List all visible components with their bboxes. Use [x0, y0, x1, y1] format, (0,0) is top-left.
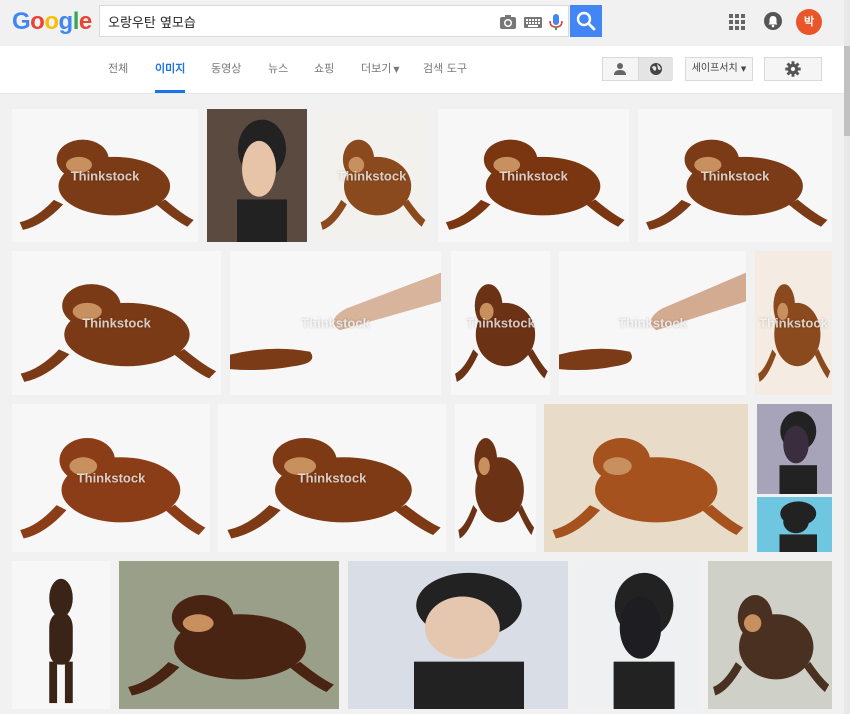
notifications-icon[interactable]	[764, 12, 782, 30]
image-result[interactable]	[455, 404, 536, 552]
tab-5[interactable]: 더보기 ▼	[361, 46, 400, 93]
view-toggle	[602, 57, 673, 81]
thumbnail-image	[708, 561, 832, 709]
search-icon	[576, 11, 596, 31]
watermark-text: Thinkstock	[700, 168, 770, 183]
watermark-text: Thinkstock	[76, 470, 146, 486]
watermark-text: Thinkstock	[759, 315, 828, 331]
logo-letter: o	[44, 8, 59, 35]
tab-2[interactable]: 동영상	[211, 46, 241, 93]
image-result[interactable]: Thinkstock	[230, 251, 441, 395]
microphone-icon[interactable]	[546, 12, 566, 32]
thumbnail-image	[577, 561, 699, 709]
image-result[interactable]: Thinkstock	[638, 109, 832, 242]
person-icon	[614, 63, 626, 75]
image-result[interactable]	[119, 561, 339, 709]
thumbnail-image	[12, 561, 110, 709]
watermark-text: Thinkstock	[297, 470, 367, 486]
watermark-text: Thinkstock	[337, 168, 407, 183]
image-result[interactable]	[12, 561, 110, 709]
top-bar: Google 오랑우탄 옆모습 박	[0, 0, 850, 46]
image-result[interactable]: Thinkstock	[316, 109, 428, 242]
tab-label: 동영상	[211, 62, 242, 75]
search-input[interactable]	[108, 10, 488, 32]
apps-grid-icon[interactable]	[729, 14, 745, 30]
image-result[interactable]: Thinkstock	[218, 404, 446, 552]
scrollbar-thumb[interactable]	[844, 46, 850, 136]
tab-3[interactable]: 뉴스	[268, 46, 288, 93]
logo-letter: e	[78, 8, 92, 35]
thumbnail-image	[348, 561, 568, 709]
image-result[interactable]: Thinkstock	[451, 251, 550, 395]
logo-letter: o	[30, 8, 45, 35]
camera-icon[interactable]	[498, 12, 518, 32]
image-result[interactable]	[544, 404, 748, 552]
tab-label: 이미지	[155, 62, 186, 75]
image-result[interactable]	[757, 497, 832, 552]
watermark-text: Thinkstock	[618, 315, 687, 331]
keyboard-icon[interactable]	[523, 12, 543, 32]
tab-1[interactable]: 이미지	[155, 46, 186, 93]
watermark-text: Thinkstock	[301, 315, 370, 331]
tab-label: 뉴스	[268, 62, 289, 75]
tab-label: 검색 도구	[423, 62, 467, 75]
thumbnail-image	[544, 404, 748, 552]
image-results-grid: Thinkstock Thinkstock Thinkstock Thinkstock…	[0, 94, 850, 714]
thumbnail-image	[757, 497, 832, 552]
watermark-text: Thinkstock	[499, 168, 568, 183]
image-result[interactable]	[708, 561, 832, 709]
image-result[interactable]: Thinkstock	[12, 251, 221, 395]
google-logo[interactable]: Google	[12, 8, 92, 36]
search-nav-bar: 전체 이미지 동영상 뉴스 쇼핑 더보기 ▼ 검색 도구 세이프서치 ▼	[0, 46, 850, 94]
thumbnail-image	[119, 561, 339, 709]
search-button[interactable]	[570, 5, 602, 37]
tab-label: 전체	[108, 62, 129, 75]
tab-label: 더보기	[361, 62, 392, 75]
image-result[interactable]	[577, 561, 699, 709]
account-avatar[interactable]: 박	[796, 9, 822, 35]
tab-label: 쇼핑	[314, 62, 335, 75]
thumbnail-image	[455, 404, 536, 552]
image-result[interactable]: Thinkstock	[438, 109, 629, 242]
image-result[interactable]: Thinkstock	[755, 251, 832, 395]
thumbnail-image	[757, 404, 832, 494]
image-result[interactable]: Thinkstock	[12, 109, 198, 242]
image-result[interactable]: Thinkstock	[12, 404, 210, 552]
safesearch-dropdown[interactable]: 세이프서치 ▼	[685, 57, 753, 81]
tab-0[interactable]: 전체	[108, 46, 128, 93]
gear-icon	[785, 61, 801, 77]
safesearch-label: 세이프서치	[691, 63, 738, 74]
search-box[interactable]	[99, 5, 569, 37]
settings-button[interactable]	[764, 57, 822, 81]
chevron-down-icon: ▼	[393, 65, 400, 74]
image-result[interactable]	[207, 109, 307, 242]
watermark-text: Thinkstock	[82, 315, 151, 331]
tab-6[interactable]: 검색 도구	[423, 46, 467, 93]
personal-results-button[interactable]	[603, 58, 637, 80]
image-result[interactable]: Thinkstock	[559, 251, 746, 395]
chevron-down-icon: ▼	[740, 65, 747, 73]
globe-icon	[650, 63, 662, 75]
watermark-text: Thinkstock	[466, 315, 535, 331]
image-result[interactable]	[757, 404, 832, 494]
logo-letter: G	[12, 8, 31, 35]
scrollbar-track[interactable]	[844, 0, 850, 714]
thumbnail-image	[207, 109, 307, 242]
tab-4[interactable]: 쇼핑	[314, 46, 334, 93]
image-result[interactable]	[348, 561, 568, 709]
logo-letter: g	[58, 8, 74, 35]
watermark-text: Thinkstock	[70, 168, 140, 183]
global-results-button[interactable]	[638, 58, 673, 80]
